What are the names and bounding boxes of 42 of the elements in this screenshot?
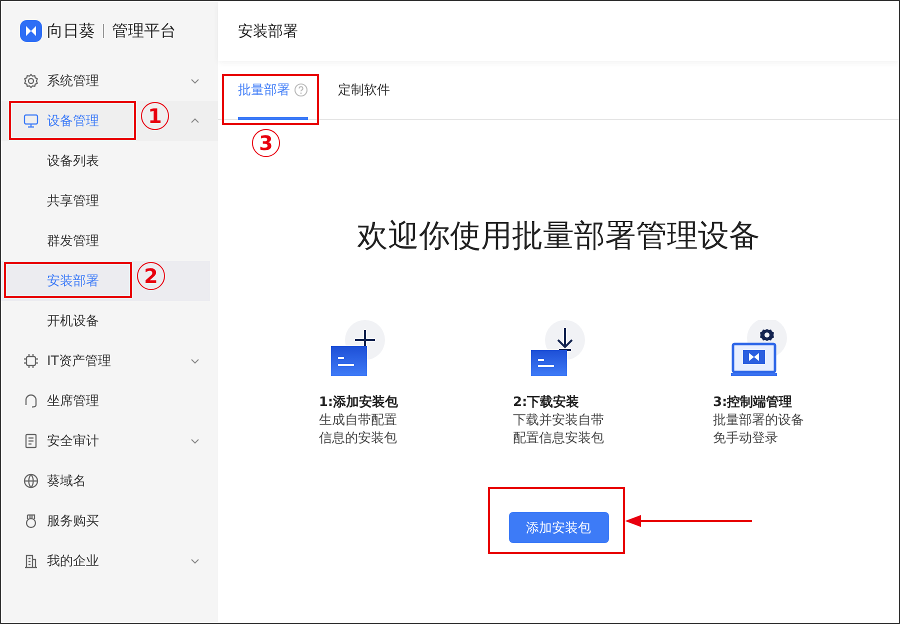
sidebar-item[interactable]: 服务购买	[1, 501, 218, 541]
building-icon	[23, 553, 39, 569]
sidebar-item[interactable]: 葵域名	[1, 461, 218, 501]
step-marker: 3	[252, 129, 280, 157]
chevron-down-icon	[190, 436, 200, 446]
sidebar-subitem[interactable]: 设备列表	[1, 141, 210, 181]
step-description: 下载并安装自带	[513, 412, 604, 430]
product-name: 管理平台	[112, 20, 176, 42]
welcome-heading: 欢迎你使用批量部署管理设备	[357, 217, 760, 256]
step-description: 信息的安装包	[318, 430, 397, 448]
sidebar-item[interactable]: IT资产管理	[1, 341, 218, 381]
sidebar-subitem[interactable]: 开机设备	[1, 301, 210, 341]
step-description: 配置信息安装包	[513, 430, 604, 448]
globe-icon	[23, 473, 39, 489]
step-marker: 2	[137, 262, 165, 290]
step-title: 3:控制端管理	[713, 394, 792, 412]
chevron-down-icon	[190, 76, 200, 86]
gear-icon	[23, 73, 39, 89]
sidebar-item[interactable]: 坐席管理	[1, 381, 218, 421]
chevron-down-icon	[190, 356, 200, 366]
sidebar-subitem[interactable]: 共享管理	[1, 181, 210, 221]
step-description: 生成自带配置	[318, 412, 397, 430]
page-title: 安装部署	[238, 22, 298, 40]
chevron-down-icon	[190, 556, 200, 566]
sidebar-item[interactable]: 安全审计	[1, 421, 218, 461]
tab[interactable]: 定制软件	[338, 63, 390, 120]
step-title: 2:下载安装	[513, 394, 580, 412]
step-description: 免手动登录	[713, 430, 778, 448]
document-icon	[23, 433, 39, 449]
logo-icon	[20, 20, 42, 42]
sidebar-item[interactable]: 我的企业	[1, 541, 218, 581]
step-marker: 1	[141, 102, 169, 130]
chip-icon	[23, 353, 39, 369]
tab[interactable]: 批量部署	[238, 63, 308, 120]
brand-name: 向日葵	[47, 20, 95, 42]
monitor-icon	[23, 113, 39, 129]
add-package-button[interactable]: 添加安装包	[508, 512, 608, 543]
sidebar-item[interactable]: 系统管理	[1, 61, 218, 101]
sidebar-subitem[interactable]: 群发管理	[1, 221, 210, 261]
step-description: 批量部署的设备	[713, 412, 804, 430]
help-icon[interactable]	[294, 83, 308, 97]
step-title: 1:添加安装包	[318, 394, 398, 412]
